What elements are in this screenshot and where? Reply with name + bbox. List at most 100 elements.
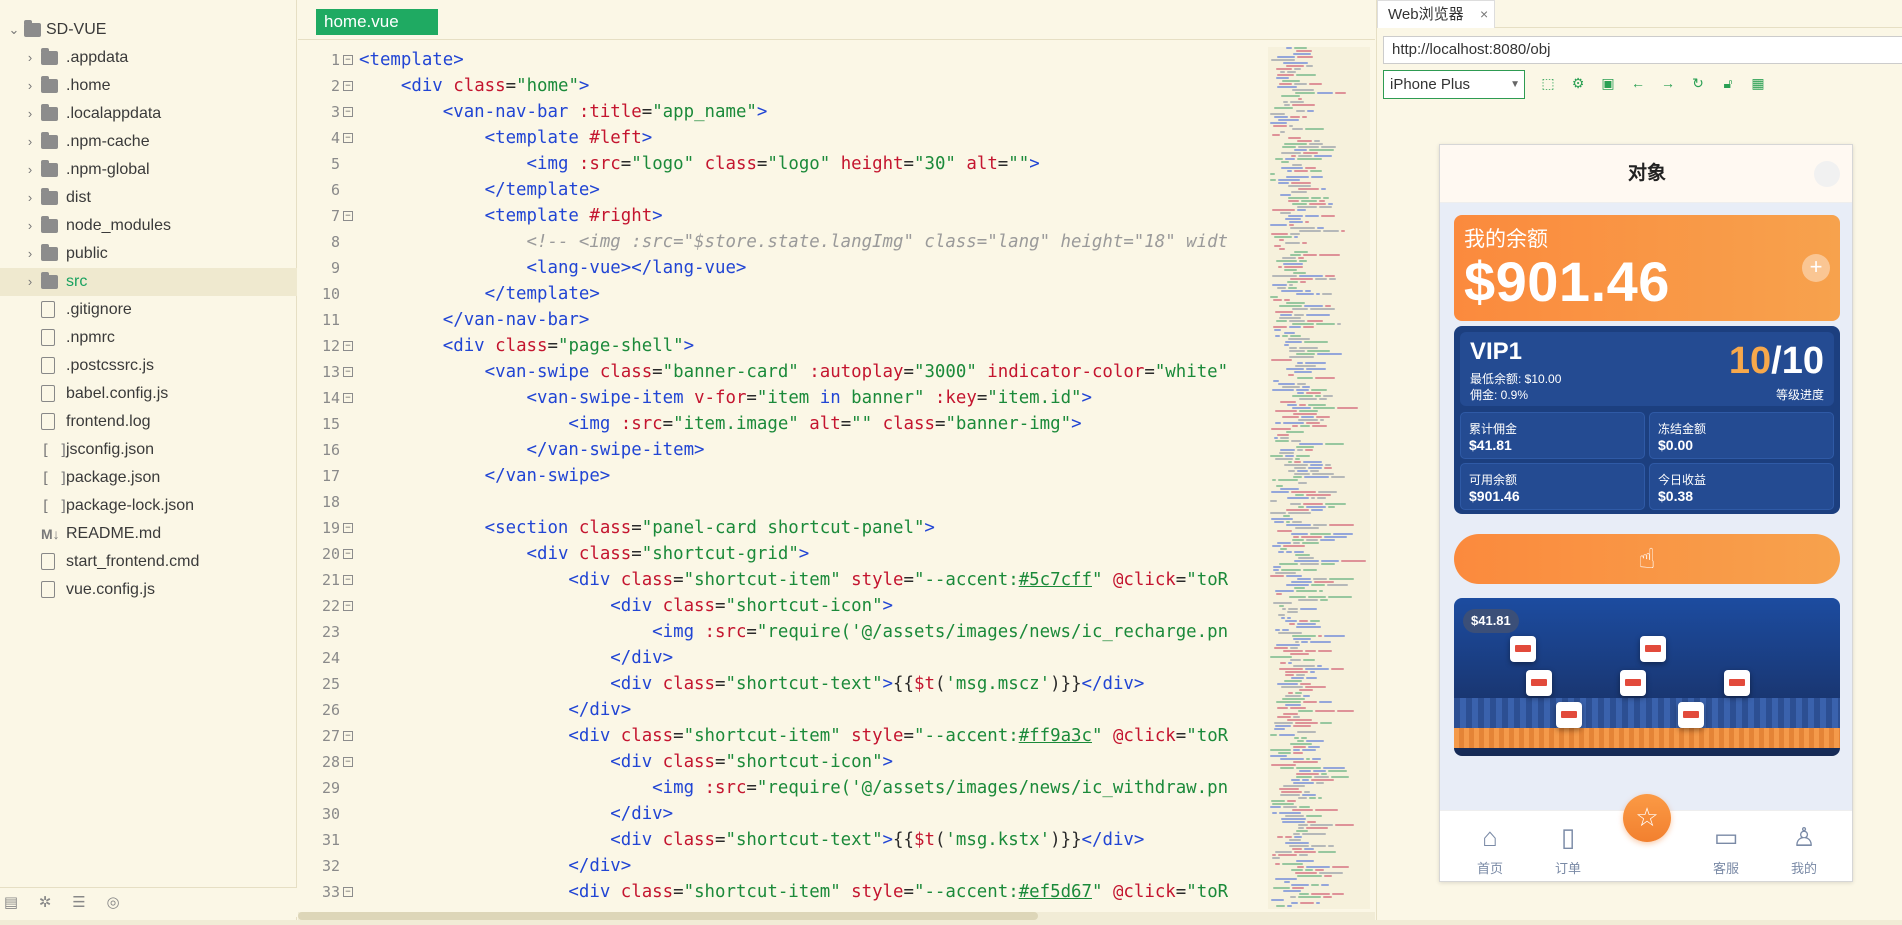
code-line[interactable]: 6 </template> [298,177,1268,203]
code-line[interactable]: 32 </div> [298,853,1268,879]
url-input[interactable]: http://localhost:8080/obj [1383,36,1902,64]
tab-orders[interactable]: ▯ 订单 [1538,811,1598,881]
fold-toggle-icon[interactable]: − [343,601,353,611]
chevron-right-icon[interactable]: › [24,156,36,184]
globe-icon[interactable]: ◎ [104,894,122,912]
fold-toggle-icon[interactable]: − [343,887,353,897]
code-area[interactable]: 1− <template> 2− <div class="home"> 3− <van… [298,47,1268,909]
chevron-down-icon[interactable]: ⌄ [8,16,20,44]
tree-item[interactable]: › .npm-global [0,156,297,184]
tree-item[interactable]: › node_modules [0,212,297,240]
console-icon[interactable]: ▣ [1599,74,1617,92]
chevron-right-icon[interactable]: › [24,240,36,268]
scrollbar-thumb[interactable] [298,912,1038,920]
fold-toggle-icon[interactable]: − [343,81,353,91]
tree-item[interactable]: .postcssrc.js [0,352,297,380]
code-line[interactable]: 28− <div class="shortcut-icon"> [298,749,1268,775]
tree-item[interactable]: › dist [0,184,297,212]
chevron-right-icon[interactable]: › [24,100,36,128]
code-line[interactable]: 19− <section class="panel-card shortcut-… [298,515,1268,541]
start-task-button[interactable]: ☝ [1454,534,1840,584]
reload-icon[interactable]: ↻ [1689,74,1707,92]
chevron-right-icon[interactable]: › [24,72,36,100]
chevron-right-icon[interactable]: › [24,184,36,212]
device-select[interactable]: iPhone Plus ▼ [1383,70,1525,99]
code-line[interactable]: 4− <template #left> [298,125,1268,151]
fold-toggle-icon[interactable]: − [343,731,353,741]
code-line[interactable]: 29 <img :src="require('@/assets/images/n… [298,775,1268,801]
lock-icon[interactable]: 🔓︎ [1719,74,1737,92]
search-list-icon[interactable]: ☰ [70,894,88,912]
qrcode-icon[interactable]: ▦ [1749,74,1767,92]
chevron-right-icon[interactable]: › [24,212,36,240]
tree-item[interactable]: › .localappdata [0,100,297,128]
code-line[interactable]: 30 </div> [298,801,1268,827]
tab-home-vue[interactable]: home.vue [316,9,438,35]
star-icon[interactable]: ☆ [1623,794,1671,842]
tree-item[interactable]: [ ] jsconfig.json [0,436,297,464]
code-line[interactable]: 31 <div class="shortcut-text">{{$t('msg.… [298,827,1268,853]
code-line[interactable]: 23 <img :src="require('@/assets/images/n… [298,619,1268,645]
code-line[interactable]: 2− <div class="home"> [298,73,1268,99]
tree-item[interactable]: › src [0,268,297,296]
fold-toggle-icon[interactable]: − [343,575,353,585]
tree-item[interactable]: .gitignore [0,296,297,324]
fold-toggle-icon[interactable]: − [343,211,353,221]
code-line[interactable]: 14− <van-swipe-item v-for="item in banne… [298,385,1268,411]
tree-item[interactable]: [ ] package.json [0,464,297,492]
fold-toggle-icon[interactable]: − [343,133,353,143]
code-line[interactable]: 33− <div class="shortcut-item" style="--… [298,879,1268,905]
tree-item[interactable]: › .npm-cache [0,128,297,156]
explorer-icon[interactable]: ▤ [2,894,20,912]
tree-item[interactable]: › .home [0,72,297,100]
banner-image[interactable]: $41.81 [1454,598,1840,756]
horizontal-scrollbar[interactable] [298,912,1375,920]
fold-toggle-icon[interactable]: − [343,55,353,65]
code-line[interactable]: 11 </van-nav-bar> [298,307,1268,333]
code-line[interactable]: 15 <img :src="item.image" alt="" class="… [298,411,1268,437]
fold-toggle-icon[interactable]: − [343,341,353,351]
forward-icon[interactable]: → [1659,74,1677,92]
code-line[interactable]: 9 <lang-vue></lang-vue> [298,255,1268,281]
code-line[interactable]: 10 </template> [298,281,1268,307]
tab-home[interactable]: ⌂ 首页 [1460,811,1520,881]
tree-item[interactable]: start_frontend.cmd [0,548,297,576]
tree-item[interactable]: [ ] package-lock.json [0,492,297,520]
debug-icon[interactable]: ✲ [36,894,54,912]
code-line[interactable]: 27− <div class="shortcut-item" style="--… [298,723,1268,749]
code-line[interactable]: 25 <div class="shortcut-text">{{$t('msg.… [298,671,1268,697]
fold-toggle-icon[interactable]: − [343,549,353,559]
code-line[interactable]: 3− <van-nav-bar :title="app_name"> [298,99,1268,125]
tab-profile[interactable]: ♙ 我的 [1774,811,1834,881]
code-line[interactable]: 26 </div> [298,697,1268,723]
tree-item[interactable]: babel.config.js [0,380,297,408]
code-line[interactable]: 22− <div class="shortcut-icon"> [298,593,1268,619]
tree-item[interactable]: M↓ README.md [0,520,297,548]
code-line[interactable]: 7− <template #right> [298,203,1268,229]
code-line[interactable]: 17 </van-swipe> [298,463,1268,489]
fold-toggle-icon[interactable]: − [343,757,353,767]
chevron-right-icon[interactable]: › [24,128,36,156]
tree-item[interactable]: vue.config.js [0,576,297,604]
code-line[interactable]: 5 <img :src="logo" class="logo" height="… [298,151,1268,177]
code-line[interactable]: 24 </div> [298,645,1268,671]
tree-item[interactable]: frontend.log [0,408,297,436]
fold-toggle-icon[interactable]: − [343,523,353,533]
code-line[interactable]: 18 [298,489,1268,515]
fold-toggle-icon[interactable]: − [343,107,353,117]
browser-tab[interactable]: Web浏览器 × [1377,0,1495,28]
tree-item[interactable]: › public [0,240,297,268]
code-line[interactable]: 1− <template> [298,47,1268,73]
code-line[interactable]: 12− <div class="page-shell"> [298,333,1268,359]
tree-item[interactable]: › .appdata [0,44,297,72]
avatar[interactable] [1814,161,1840,187]
chevron-right-icon[interactable]: › [24,44,36,72]
minimap[interactable] [1268,47,1370,909]
tree-root[interactable]: ⌄ SD-VUE [0,16,297,44]
close-icon[interactable]: × [1480,1,1488,28]
fold-toggle-icon[interactable]: − [343,393,353,403]
tab-support[interactable]: ▭ 客服 [1696,811,1756,881]
tree-item[interactable]: .npmrc [0,324,297,352]
fold-toggle-icon[interactable]: − [343,367,353,377]
code-line[interactable]: 21− <div class="shortcut-item" style="--… [298,567,1268,593]
